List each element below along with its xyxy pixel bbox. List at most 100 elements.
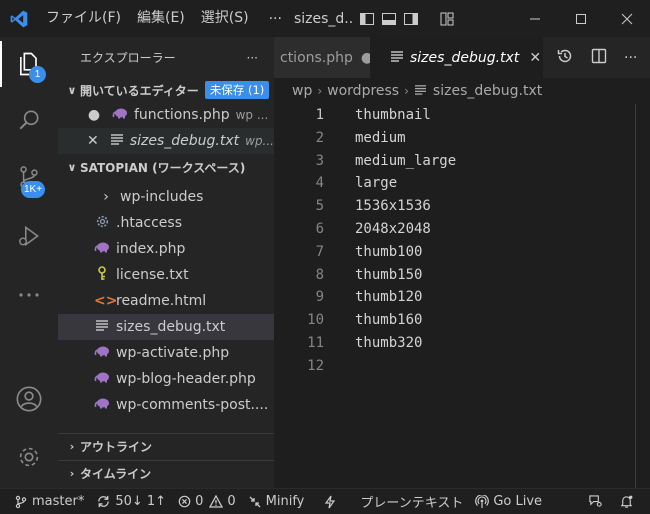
tree-item-file[interactable]: .htaccess xyxy=(58,210,274,236)
toggle-sidebar-icon[interactable] xyxy=(356,0,378,37)
line-number: 3 xyxy=(315,152,324,169)
more-actions-icon[interactable]: ··· xyxy=(624,50,637,66)
search-icon[interactable] xyxy=(0,93,58,147)
tree-item-file[interactable]: wp-activate.php xyxy=(58,340,274,366)
status-bar: master* 50↓ 1↑ 0 0 Minify プレーンテキスト Go Li… xyxy=(0,488,650,514)
timeline-history-icon[interactable] xyxy=(556,47,574,69)
code-line[interactable]: medium xyxy=(355,127,456,150)
code-line[interactable]: thumb320 xyxy=(355,332,456,355)
maximize-icon[interactable] xyxy=(558,0,604,37)
tree-item-file[interactable]: <> readme.html xyxy=(58,288,274,314)
breadcrumb-item[interactable]: wordpress xyxy=(327,83,399,99)
close-window-icon[interactable] xyxy=(604,0,650,37)
customize-layout-icon[interactable] xyxy=(436,0,458,37)
tree-item-label: wp-comments-post.... xyxy=(116,397,269,413)
code-line[interactable]: large xyxy=(355,172,456,195)
minimize-icon[interactable] xyxy=(512,0,558,37)
timeline-header[interactable]: › タイムライン xyxy=(58,460,274,486)
tree-item-file[interactable]: index.php xyxy=(58,236,274,262)
sync-status[interactable]: 50↓ 1↑ xyxy=(90,489,172,514)
code-line[interactable]: thumb120 xyxy=(355,286,456,309)
code-line[interactable]: medium_large xyxy=(355,150,456,173)
toggle-panel-icon[interactable] xyxy=(378,0,400,37)
open-editors-header[interactable]: ∨ 開いているエディター 未保存 (1) xyxy=(58,78,274,102)
tab-functions-php[interactable]: ctions.php ● xyxy=(274,37,370,78)
account-icon[interactable] xyxy=(0,372,58,426)
code-line[interactable]: thumb100 xyxy=(355,241,456,264)
activity-bar: 1 1K+ xyxy=(0,37,58,488)
explorer-icon[interactable]: 1 xyxy=(0,37,58,91)
lightning-status[interactable] xyxy=(310,489,354,514)
close-icon[interactable]: ✕ xyxy=(86,133,100,149)
explorer-more-button[interactable]: ··· xyxy=(247,51,258,65)
workspace-header[interactable]: ∨ SATOPIAN (ワークスペース) xyxy=(58,155,274,179)
menu-edit[interactable]: 編集(E) xyxy=(129,0,193,37)
breadcrumb-item[interactable]: sizes_debug.txt xyxy=(433,83,542,99)
dirty-dot-icon[interactable]: ● xyxy=(86,107,102,123)
code-line[interactable]: 2048x2048 xyxy=(355,218,456,241)
chevron-right-icon: › xyxy=(317,84,323,98)
open-editor-name: sizes_debug.txt xyxy=(129,133,240,149)
tree-item-folder[interactable]: › wp-includes xyxy=(58,184,274,210)
tree-item-file[interactable]: wp-comments-post.... xyxy=(58,392,274,418)
tree-item-label: wp-includes xyxy=(120,189,204,205)
workspace-label: SATOPIAN (ワークスペース) xyxy=(80,160,246,175)
problems-status[interactable]: 0 0 xyxy=(172,489,242,514)
close-icon[interactable]: ✕ xyxy=(529,50,541,66)
breadcrumb-item[interactable]: wp xyxy=(292,83,312,99)
chevron-right-icon: › xyxy=(69,467,75,480)
tree-item-label: .htaccess xyxy=(116,215,182,231)
tree-item-file[interactable]: license.txt xyxy=(58,262,274,288)
menu-file[interactable]: ファイル(F) xyxy=(38,0,129,37)
open-editor-item[interactable]: ● functions.php wp ... xyxy=(58,102,274,128)
go-live-status[interactable]: Go Live xyxy=(469,489,548,514)
branch-status[interactable]: master* xyxy=(0,489,90,514)
tab-sizes-debug[interactable]: sizes_debug.txt ✕ xyxy=(370,37,543,78)
go-live-label: Go Live xyxy=(493,494,543,509)
chevron-down-icon: ∨ xyxy=(67,83,77,97)
notifications-bell-icon[interactable] xyxy=(613,489,650,514)
more-views-icon[interactable] xyxy=(0,268,58,322)
outline-label: アウトライン xyxy=(80,440,153,454)
text-file-icon xyxy=(390,50,404,66)
code-editor[interactable]: 1 2 3 4 5 6 7 8 9 10 11 12 thumbnail med… xyxy=(274,104,650,488)
tree-item-file[interactable]: wp-blog-header.php xyxy=(58,366,274,392)
code-text[interactable]: thumbnail medium medium_large large 1536… xyxy=(355,104,456,378)
line-number: 2 xyxy=(315,129,324,146)
run-debug-icon[interactable] xyxy=(0,209,58,263)
code-line[interactable]: 1536x1536 xyxy=(355,195,456,218)
tab-label: sizes_debug.txt xyxy=(410,49,520,66)
open-editor-item[interactable]: ✕ sizes_debug.txt wp... xyxy=(58,128,274,154)
code-line[interactable]: thumb160 xyxy=(355,309,456,332)
toggle-secondary-sidebar-icon[interactable] xyxy=(400,0,422,37)
explorer-badge: 1 xyxy=(29,66,46,83)
unsaved-badge: 未保存 (1) xyxy=(204,81,270,99)
menu-more-button[interactable]: ··· xyxy=(257,11,294,27)
feedback-icon[interactable] xyxy=(582,489,613,514)
warning-icon xyxy=(209,495,224,508)
minify-status[interactable]: Minify xyxy=(242,489,311,514)
broadcast-icon xyxy=(475,494,490,508)
vertical-scrollbar[interactable] xyxy=(635,104,636,488)
code-line[interactable]: thumb150 xyxy=(355,264,456,287)
code-line[interactable] xyxy=(355,355,456,378)
menu-selection[interactable]: 選択(S) xyxy=(193,0,257,37)
dirty-dot-icon[interactable]: ● xyxy=(361,50,370,66)
settings-gear-icon[interactable] xyxy=(0,430,58,484)
source-control-icon[interactable]: 1K+ xyxy=(0,150,58,204)
line-number: 12 xyxy=(307,357,324,374)
split-editor-icon[interactable] xyxy=(591,48,607,68)
lightning-icon xyxy=(325,495,336,508)
language-mode-status[interactable]: プレーンテキスト xyxy=(354,489,469,514)
tree-item-label: sizes_debug.txt xyxy=(116,319,226,335)
code-line[interactable]: thumbnail xyxy=(355,104,456,127)
timeline-label: タイムライン xyxy=(80,467,152,481)
line-number: 9 xyxy=(315,289,324,306)
line-number: 8 xyxy=(315,266,324,283)
chevron-right-icon: › xyxy=(69,440,75,453)
outline-header[interactable]: › アウトライン xyxy=(58,433,274,459)
tree-item-label: wp-blog-header.php xyxy=(116,371,256,387)
tree-item-file[interactable]: sizes_debug.txt xyxy=(58,314,274,340)
git-branch-icon xyxy=(15,495,27,508)
line-number-gutter: 1 2 3 4 5 6 7 8 9 10 11 12 xyxy=(274,104,324,378)
